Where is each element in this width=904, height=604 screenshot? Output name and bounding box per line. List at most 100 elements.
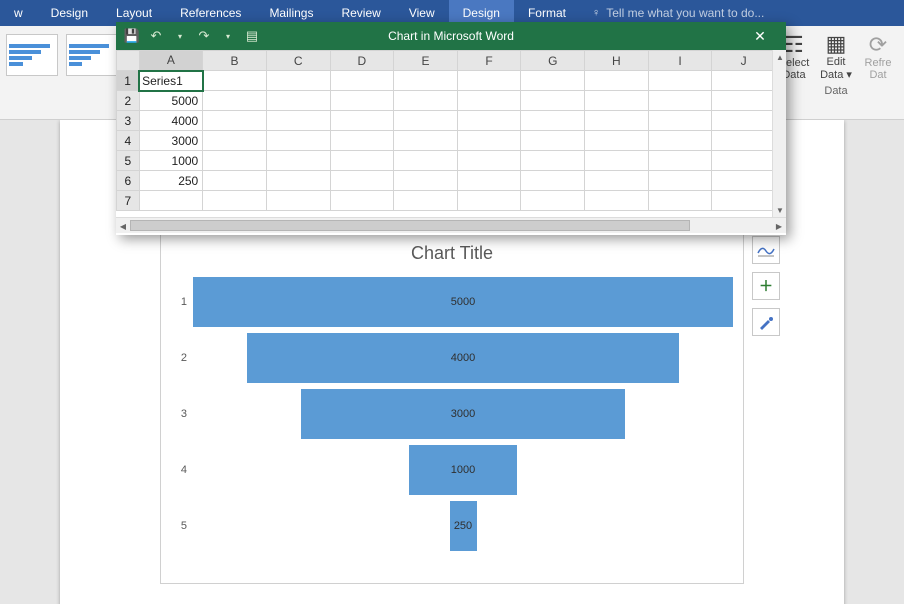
tell-me-search[interactable]: ♀ Tell me what you want to do...: [580, 6, 776, 20]
row-header[interactable]: 7: [117, 191, 140, 211]
cell[interactable]: [521, 91, 585, 111]
column-header[interactable]: J: [712, 51, 776, 71]
row-header[interactable]: 4: [117, 131, 140, 151]
cell[interactable]: [266, 171, 330, 191]
cell[interactable]: [648, 191, 712, 211]
cell[interactable]: [203, 191, 267, 211]
cell[interactable]: [648, 171, 712, 191]
cell[interactable]: [394, 111, 458, 131]
cell[interactable]: [585, 171, 649, 191]
save-icon[interactable]: 💾: [122, 26, 142, 46]
cell[interactable]: [585, 191, 649, 211]
undo-dropdown-icon[interactable]: ▾: [170, 26, 190, 46]
column-header[interactable]: A: [139, 51, 203, 71]
chart-title[interactable]: Chart Title: [161, 235, 743, 268]
funnel-bar[interactable]: 250: [450, 501, 477, 551]
row-header[interactable]: 2: [117, 91, 140, 111]
cell[interactable]: [712, 71, 776, 91]
chart-layout-options-button[interactable]: [752, 236, 780, 264]
cell[interactable]: [266, 151, 330, 171]
cell[interactable]: [521, 71, 585, 91]
cell[interactable]: [712, 151, 776, 171]
chart-object[interactable]: Chart Title 150002400033000410005250: [160, 234, 744, 584]
cell[interactable]: [648, 131, 712, 151]
chart-style-thumb[interactable]: [6, 34, 58, 76]
cell[interactable]: [457, 131, 521, 151]
cell[interactable]: [457, 71, 521, 91]
tab-design[interactable]: Design: [37, 0, 102, 26]
cell[interactable]: [394, 71, 458, 91]
cell[interactable]: [648, 71, 712, 91]
cell[interactable]: [648, 151, 712, 171]
cell[interactable]: 4000: [139, 111, 203, 131]
cell[interactable]: [394, 191, 458, 211]
chart-style-thumb[interactable]: [66, 34, 118, 76]
column-header[interactable]: D: [330, 51, 394, 71]
column-header[interactable]: F: [457, 51, 521, 71]
funnel-bar[interactable]: 5000: [193, 277, 733, 327]
cell[interactable]: [585, 151, 649, 171]
scroll-down-icon[interactable]: ▼: [773, 203, 786, 217]
cell[interactable]: [585, 131, 649, 151]
cell[interactable]: 3000: [139, 131, 203, 151]
column-header[interactable]: I: [648, 51, 712, 71]
column-header[interactable]: H: [585, 51, 649, 71]
funnel-bar[interactable]: 4000: [247, 333, 679, 383]
column-header[interactable]: G: [521, 51, 585, 71]
select-all-cell[interactable]: [117, 51, 140, 71]
cell[interactable]: [585, 71, 649, 91]
funnel-bar[interactable]: 3000: [301, 389, 625, 439]
cell[interactable]: [330, 171, 394, 191]
cell[interactable]: [203, 171, 267, 191]
cell[interactable]: [394, 171, 458, 191]
cell[interactable]: [330, 111, 394, 131]
cell[interactable]: [330, 71, 394, 91]
chart-style-gallery[interactable]: [0, 26, 124, 119]
cell[interactable]: [712, 131, 776, 151]
cell[interactable]: [457, 171, 521, 191]
cell[interactable]: [203, 71, 267, 91]
cell[interactable]: [521, 131, 585, 151]
tab-partial-left[interactable]: w: [0, 0, 37, 26]
cell[interactable]: [457, 151, 521, 171]
column-header[interactable]: C: [266, 51, 330, 71]
row-header[interactable]: 3: [117, 111, 140, 131]
cell[interactable]: [712, 171, 776, 191]
cell[interactable]: [330, 191, 394, 211]
cell[interactable]: [521, 111, 585, 131]
funnel-bar[interactable]: 1000: [409, 445, 517, 495]
cell[interactable]: [266, 91, 330, 111]
cell[interactable]: [394, 131, 458, 151]
cell[interactable]: [457, 91, 521, 111]
scroll-left-icon[interactable]: ◀: [116, 218, 130, 234]
spreadsheet-titlebar[interactable]: 💾 ↶ ▾ ↷ ▾ ▤ Chart in Microsoft Word ✕: [116, 22, 786, 50]
chart-elements-button[interactable]: ＋: [752, 272, 780, 300]
edit-data-button[interactable]: ▦ Edit Data ▾: [816, 30, 856, 83]
cell[interactable]: [648, 91, 712, 111]
cell[interactable]: [648, 111, 712, 131]
cell[interactable]: 250: [139, 171, 203, 191]
undo-icon[interactable]: ↶: [146, 26, 166, 46]
redo-icon[interactable]: ↷: [194, 26, 214, 46]
spreadsheet-grid[interactable]: ABCDEFGHIJ1Series12500034000430005100062…: [116, 50, 786, 217]
redo-dropdown-icon[interactable]: ▾: [218, 26, 238, 46]
cell[interactable]: Series1: [139, 71, 203, 91]
chart-icon[interactable]: ▤: [242, 26, 262, 46]
cell[interactable]: [330, 131, 394, 151]
cell[interactable]: [203, 91, 267, 111]
cell[interactable]: [457, 111, 521, 131]
scroll-up-icon[interactable]: ▲: [773, 50, 786, 64]
cell[interactable]: [266, 111, 330, 131]
cell[interactable]: 5000: [139, 91, 203, 111]
cell[interactable]: [330, 91, 394, 111]
chart-styles-button[interactable]: [752, 308, 780, 336]
cell[interactable]: [203, 111, 267, 131]
row-header[interactable]: 6: [117, 171, 140, 191]
cell[interactable]: [394, 151, 458, 171]
cell[interactable]: [521, 171, 585, 191]
cell[interactable]: [139, 191, 203, 211]
cell[interactable]: [585, 91, 649, 111]
scroll-right-icon[interactable]: ▶: [772, 218, 786, 234]
row-header[interactable]: 5: [117, 151, 140, 171]
cell[interactable]: [712, 191, 776, 211]
